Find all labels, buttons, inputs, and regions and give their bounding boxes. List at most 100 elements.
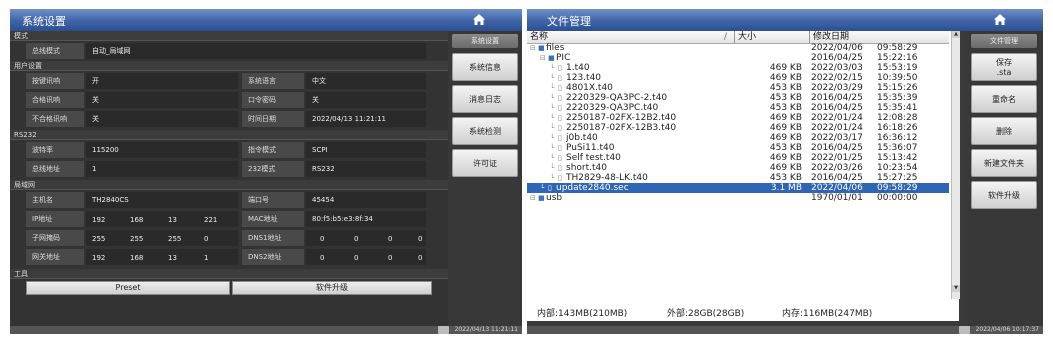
dns1-octet[interactable]: 0 [354, 231, 358, 247]
file-size: 453 KB [769, 173, 802, 183]
scroll-down-icon[interactable]: ▼ [952, 285, 960, 292]
expand-toggle-icon[interactable]: ⊟ [530, 193, 536, 203]
right-status-bar: 2022/04/06 10:17:37 [527, 326, 1043, 334]
gateway-octet[interactable]: 1 [204, 250, 208, 266]
pass-beep-field[interactable]: 关 [86, 92, 238, 108]
column-divider: / [724, 32, 728, 42]
command-mode-field[interactable]: SCPI [306, 142, 426, 158]
file-row[interactable]: └ ▯ 123.t40 469 KB 2022/02/15 10:39:50 [527, 73, 949, 83]
bus-address-field[interactable]: 1 [86, 161, 238, 177]
file-row[interactable]: └ ▯ 2220329-QA3PC-2.t40 453 KB 2016/04/25 15:… [527, 93, 949, 103]
gateway-field[interactable]: 192 168 13 1 [86, 249, 238, 265]
dns1-octet[interactable]: 0 [418, 231, 422, 247]
dns2-octet[interactable]: 0 [418, 250, 422, 266]
dns1-octet[interactable]: 0 [388, 231, 392, 247]
file-date: 2016/04/25 [811, 53, 863, 63]
ip-octet[interactable]: 168 [130, 212, 143, 228]
home-button[interactable] [448, 9, 510, 31]
file-row[interactable]: └ ▯ update2840.sec 3.1 MB 2022/04/06 09:58:29 [527, 183, 949, 193]
datetime-field[interactable]: 2022/04/13 11:21:11 [306, 111, 426, 127]
file-row[interactable]: └ ▯ 2250187-02FX-12B3.t40 469 KB 2022/01/24 1… [527, 123, 949, 133]
ip-octet[interactable]: 13 [168, 212, 177, 228]
gateway-octet[interactable]: 168 [130, 250, 143, 266]
dns2-octet[interactable]: 0 [388, 250, 392, 266]
delete-button[interactable]: 删除 [971, 117, 1037, 145]
mask-octet[interactable]: 0 [204, 231, 208, 247]
system-info-button[interactable]: 系统信息 [452, 53, 518, 81]
folder-row[interactable]: ⊟ ■ usb 1970/01/01 00:00:00 [527, 193, 949, 203]
ip-address-field[interactable]: 192 168 13 221 [86, 211, 238, 227]
dns2-octet[interactable]: 0 [354, 250, 358, 266]
key-beep-label: 按键讯响 [26, 73, 84, 89]
file-time: 15:35:41 [877, 103, 918, 113]
software-upgrade-button[interactable]: 软件升级 [971, 181, 1037, 209]
column-date[interactable]: 修改日期 [809, 31, 849, 43]
dns2-octet[interactable]: 0 [320, 250, 324, 266]
home-button[interactable] [969, 9, 1031, 31]
language-field[interactable]: 中文 [306, 73, 426, 89]
external-memory: 外部:28GB(28GB) [667, 309, 745, 319]
file-row[interactable]: └ ▯ PuSi11.t40 453 KB 2016/04/25 15:36:07 [527, 143, 949, 153]
dns1-octet[interactable]: 0 [320, 231, 324, 247]
file-time: 00:00:00 [877, 193, 918, 203]
file-time: 09:58:29 [877, 43, 918, 53]
expand-toggle-icon[interactable]: ⊟ [530, 43, 536, 53]
internal-memory: 内部:143MB(210MB) [537, 309, 628, 319]
rs232-mode-field[interactable]: RS232 [306, 161, 426, 177]
tree-branch-icon: └ [550, 174, 555, 182]
file-row[interactable]: └ ▯ short.t40 469 KB 2022/03/26 10:23:54 [527, 163, 949, 173]
file-time: 16:36:12 [877, 133, 918, 143]
preset-button[interactable]: Preset [26, 281, 230, 295]
file-row[interactable]: └ ▯ 4801X.t40 453 KB 2022/03/29 15:15:26 [527, 83, 949, 93]
dns1-field[interactable]: 0 0 0 0 [306, 230, 426, 246]
message-log-button[interactable]: 消息日志 [452, 85, 518, 113]
fail-beep-field[interactable]: 关 [86, 111, 238, 127]
license-button[interactable]: 许可证 [452, 149, 518, 177]
file-row[interactable]: └ ▯ 2220329-QA3PC.t40 453 KB 2016/04/25 15:35… [527, 103, 949, 113]
tree-branch-icon: └ [550, 104, 555, 112]
bus-mode-field[interactable]: 自动_局域网 [86, 43, 426, 59]
file-name: 1.t40 [566, 63, 590, 73]
subnet-mask-field[interactable]: 255 255 255 0 [86, 230, 238, 246]
expand-toggle-icon[interactable]: ⊟ [540, 53, 546, 63]
ip-octet[interactable]: 192 [92, 212, 105, 228]
mask-octet[interactable]: 255 [92, 231, 105, 247]
save-sta-button[interactable]: 保存 .sta [971, 53, 1037, 81]
hostname-field[interactable]: TH2840CS [86, 192, 238, 208]
file-row[interactable]: └ ▯ 2250187-02FX-12B2.t40 469 KB 2022/01/24 1… [527, 113, 949, 123]
gateway-octet[interactable]: 13 [168, 250, 177, 266]
new-folder-button[interactable]: 新建文件夹 [971, 149, 1037, 177]
port-field[interactable]: 45454 [306, 192, 426, 208]
section-lan: 局域网 [10, 180, 448, 190]
gateway-octet[interactable]: 192 [92, 250, 105, 266]
baud-rate-field[interactable]: 115200 [86, 142, 238, 158]
pass-beep-label: 合格讯响 [26, 92, 84, 108]
mac-address-label: MAC地址 [242, 211, 304, 227]
file-time: 10:23:54 [877, 163, 918, 173]
key-beep-field[interactable]: 开 [86, 73, 238, 89]
ip-octet[interactable]: 221 [204, 212, 217, 228]
status-datetime: 2022/04/06 10:17:37 [975, 326, 1039, 333]
vertical-scrollbar[interactable]: ▲ ▼ [951, 31, 960, 299]
password-field[interactable]: 关 [306, 92, 426, 108]
software-upgrade-button[interactable]: 软件升级 [232, 281, 432, 295]
file-name: PIC [556, 53, 571, 63]
dns2-field[interactable]: 0 0 0 0 [306, 249, 426, 265]
file-row[interactable]: └ ▯ j0b.t40 469 KB 2022/03/17 16:36:12 [527, 133, 949, 143]
file-date: 2022/04/06 [811, 183, 863, 193]
file-row[interactable]: └ ▯ Self test.t40 469 KB 2022/01/25 15:13:42 [527, 153, 949, 163]
side-menu-header: 文件管理 [971, 34, 1037, 48]
column-size[interactable]: 大小 [734, 31, 756, 43]
file-row[interactable]: └ ▯ 1.t40 469 KB 2022/03/03 15:53:19 [527, 63, 949, 73]
file-row[interactable]: └ ▯ TH2829-48-LK.t40 453 KB 2016/04/25 15:27:… [527, 173, 949, 183]
system-check-button[interactable]: 系统检测 [452, 117, 518, 145]
folder-row[interactable]: ⊟ ■ files 2022/04/06 09:58:29 [527, 43, 949, 53]
mask-octet[interactable]: 255 [130, 231, 143, 247]
folder-row[interactable]: ⊟ ■ PIC 2016/04/25 15:22:16 [527, 53, 949, 63]
scroll-up-icon[interactable]: ▲ [952, 31, 960, 38]
column-name[interactable]: 名称 [530, 31, 548, 43]
datetime-label: 时间日期 [242, 111, 304, 127]
rename-button[interactable]: 重命名 [971, 85, 1037, 113]
mask-octet[interactable]: 255 [168, 231, 181, 247]
file-time: 15:22:16 [877, 53, 918, 63]
